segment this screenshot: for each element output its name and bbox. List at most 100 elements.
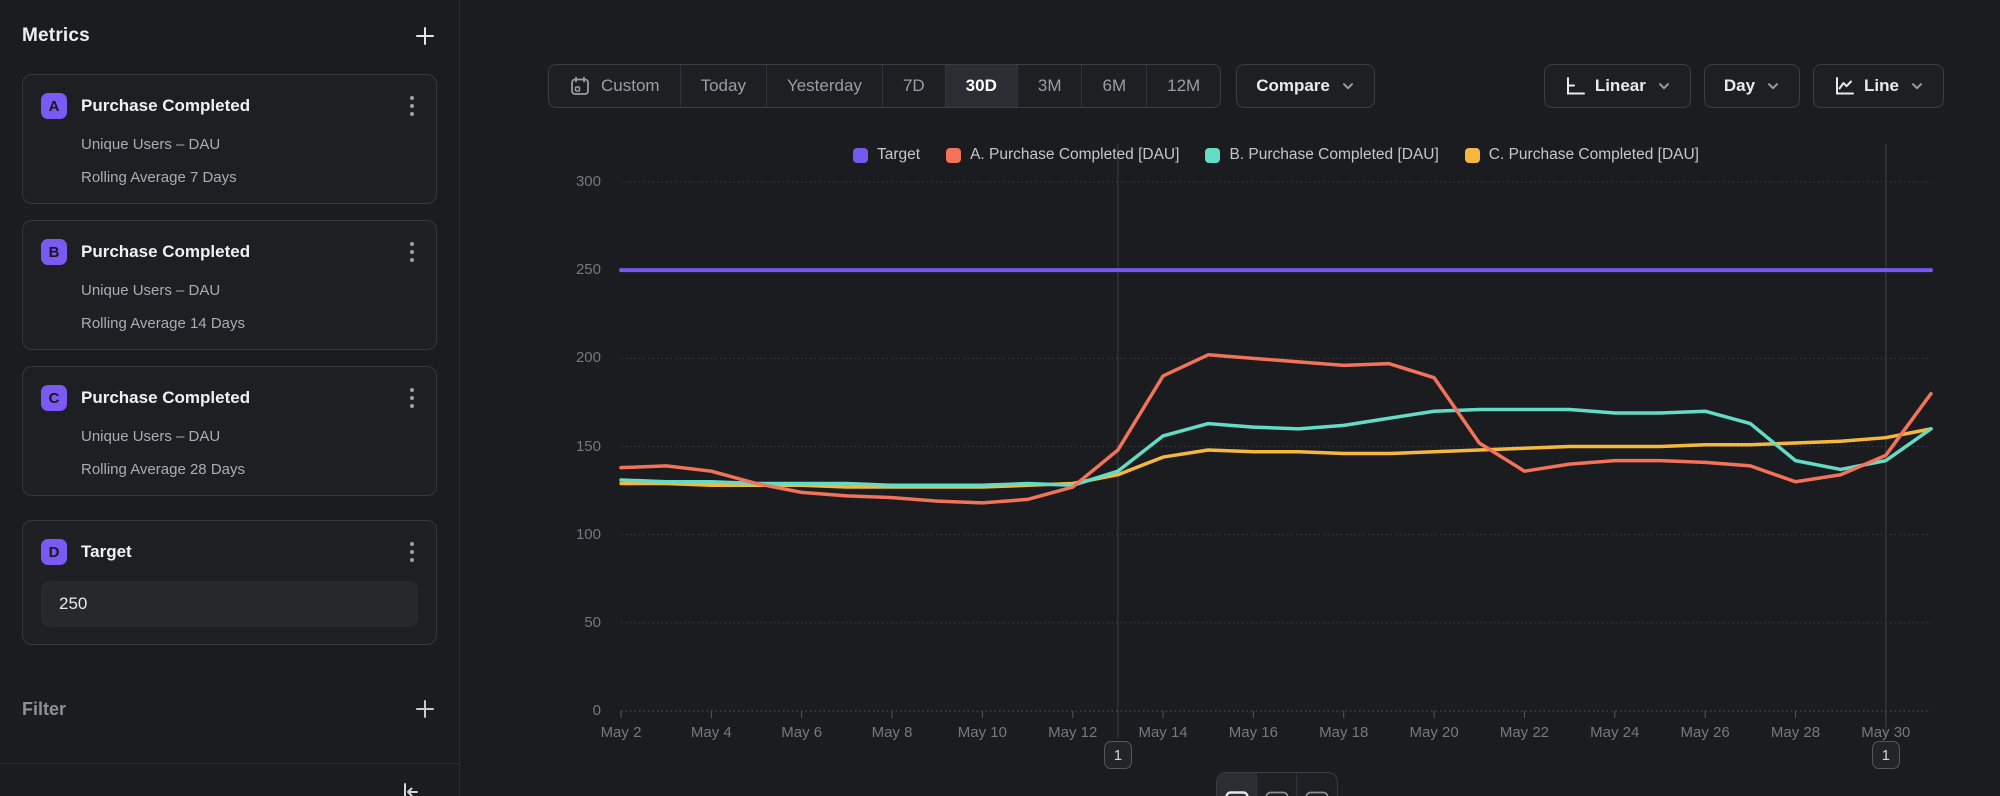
filter-title: Filter — [22, 699, 66, 720]
x-axis-label: May 6 — [757, 724, 847, 741]
chart-type-label: Line — [1864, 76, 1899, 96]
metric-menu-button[interactable] — [406, 384, 418, 412]
compare-label: Compare — [1256, 76, 1330, 96]
range-30d[interactable]: 30D — [946, 65, 1018, 107]
y-axis-label: 150 — [516, 438, 601, 455]
interval-label: Day — [1724, 76, 1755, 96]
annotation-chip[interactable]: 1 — [1104, 741, 1132, 769]
add-metric-button[interactable] — [413, 24, 437, 48]
chart-toolbar: Custom Today Yesterday 7D 30D 3M 6M 12M … — [548, 64, 1944, 108]
metric-title: Purchase Completed — [81, 96, 392, 116]
legend-color-swatch — [1465, 148, 1480, 163]
metric-menu-button[interactable] — [406, 92, 418, 120]
metrics-sidebar: Metrics A Purchase Completed Unique User… — [0, 0, 460, 796]
target-title: Target — [81, 542, 392, 562]
series-line-2[interactable] — [621, 409, 1931, 485]
metrics-title: Metrics — [22, 25, 90, 47]
chevron-down-icon — [1657, 79, 1671, 93]
x-axis-label: May 8 — [847, 724, 937, 741]
annotation-chip[interactable]: 1 — [1872, 741, 1900, 769]
add-filter-button[interactable] — [413, 697, 437, 721]
metric-badge: C — [41, 385, 67, 411]
sidebar-divider — [0, 763, 460, 764]
range-12m[interactable]: 12M — [1147, 65, 1220, 107]
metric-transform: Rolling Average 7 Days — [81, 169, 418, 186]
range-label: Custom — [601, 76, 660, 96]
view-toggle-table[interactable] — [1297, 773, 1337, 796]
metric-measure: Unique Users – DAU — [81, 282, 418, 299]
metric-badge: D — [41, 539, 67, 565]
x-axis-label: May 2 — [576, 724, 666, 741]
view-toggle — [1216, 772, 1338, 796]
metric-card-b[interactable]: B Purchase Completed Unique Users – DAU … — [22, 220, 437, 350]
range-label: 6M — [1102, 76, 1126, 96]
y-axis-label: 0 — [516, 702, 601, 719]
interval-button[interactable]: Day — [1704, 64, 1800, 108]
chart-type-button[interactable]: Line — [1813, 64, 1944, 108]
legend-item-b[interactable]: B. Purchase Completed [DAU] — [1205, 146, 1438, 164]
range-custom[interactable]: Custom — [549, 65, 681, 107]
split-view-icon — [1265, 791, 1289, 796]
view-toggle-chart[interactable] — [1217, 773, 1257, 796]
table-view-icon — [1305, 791, 1329, 796]
range-label: Yesterday — [787, 76, 862, 96]
x-axis-label: May 14 — [1118, 724, 1208, 741]
range-label: 12M — [1167, 76, 1200, 96]
range-today[interactable]: Today — [681, 65, 767, 107]
metric-badge: A — [41, 93, 67, 119]
x-axis-label: May 28 — [1750, 724, 1840, 741]
metrics-header: Metrics — [22, 24, 437, 48]
x-axis-label: May 10 — [937, 724, 1027, 741]
legend-color-swatch — [853, 148, 868, 163]
metric-badge: B — [41, 239, 67, 265]
series-line-3[interactable] — [621, 429, 1931, 487]
x-axis-label: May 4 — [666, 724, 756, 741]
target-card[interactable]: D Target — [22, 520, 437, 645]
x-axis-label: May 22 — [1479, 724, 1569, 741]
legend-label: B. Purchase Completed [DAU] — [1229, 146, 1438, 164]
metric-menu-button[interactable] — [406, 238, 418, 266]
range-6m[interactable]: 6M — [1082, 65, 1147, 107]
range-label: 7D — [903, 76, 925, 96]
metric-card-c[interactable]: C Purchase Completed Unique Users – DAU … — [22, 366, 437, 496]
range-label: 3M — [1038, 76, 1062, 96]
x-axis-label: May 12 — [1028, 724, 1118, 741]
range-3m[interactable]: 3M — [1018, 65, 1083, 107]
legend-item-c[interactable]: C. Purchase Completed [DAU] — [1465, 146, 1699, 164]
x-axis-label: May 26 — [1660, 724, 1750, 741]
range-label: 30D — [966, 76, 997, 96]
metric-title: Purchase Completed — [81, 388, 392, 408]
scale-button[interactable]: Linear — [1544, 64, 1691, 108]
collapse-sidebar-button[interactable] — [398, 780, 422, 796]
calendar-icon — [569, 75, 591, 97]
legend-item-target[interactable]: Target — [853, 146, 920, 164]
legend-color-swatch — [946, 148, 961, 163]
collapse-left-icon — [398, 780, 422, 796]
view-toggle-split[interactable] — [1257, 773, 1297, 796]
target-value-input[interactable] — [41, 581, 418, 627]
x-axis-label: May 16 — [1208, 724, 1298, 741]
scale-label: Linear — [1595, 76, 1646, 96]
legend-color-swatch — [1205, 148, 1220, 163]
line-chart-icon — [1833, 75, 1855, 97]
compare-button[interactable]: Compare — [1236, 64, 1375, 108]
date-range-control: Custom Today Yesterday 7D 30D 3M 6M 12M — [548, 64, 1221, 108]
legend-item-a[interactable]: A. Purchase Completed [DAU] — [946, 146, 1179, 164]
chart-legend: Target A. Purchase Completed [DAU] B. Pu… — [621, 146, 1931, 164]
chevron-down-icon — [1766, 79, 1780, 93]
line-chart: Target A. Purchase Completed [DAU] B. Pu… — [461, 130, 2000, 796]
range-7d[interactable]: 7D — [883, 65, 946, 107]
plus-icon — [414, 25, 436, 47]
x-axis-label: May 20 — [1389, 724, 1479, 741]
chevron-down-icon — [1341, 79, 1355, 93]
y-axis-label: 50 — [516, 614, 601, 631]
metric-transform: Rolling Average 14 Days — [81, 315, 418, 332]
range-label: Today — [701, 76, 746, 96]
chart-view-icon — [1225, 791, 1249, 796]
range-yesterday[interactable]: Yesterday — [767, 65, 883, 107]
metric-measure: Unique Users – DAU — [81, 428, 418, 445]
metric-menu-button[interactable] — [406, 538, 418, 566]
metric-card-a[interactable]: A Purchase Completed Unique Users – DAU … — [22, 74, 437, 204]
metric-title: Purchase Completed — [81, 242, 392, 262]
legend-label: C. Purchase Completed [DAU] — [1489, 146, 1699, 164]
